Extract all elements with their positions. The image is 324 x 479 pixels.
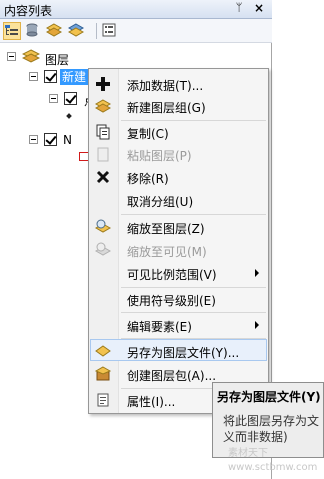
zoom-to-layer-icon	[95, 219, 111, 233]
menu-item-label: 新建图层组(G)	[127, 101, 206, 115]
list-by-drawing-order-button[interactable]	[3, 22, 21, 40]
layer2-label[interactable]: N	[63, 133, 72, 147]
menu-item-ungroup[interactable]: 取消分组(U)	[91, 189, 266, 211]
arcmap-table-of-contents-screen: 内容列表 ᛘ × 图层 新建 N 添加数据(T)... 新建图层组(G) 复制(…	[0, 0, 324, 479]
menu-item-label: 可见比例范围(V)	[127, 268, 217, 282]
menu-item-zoom-to-layer[interactable]: 缩放至图层(Z)	[91, 216, 266, 238]
collapse-layer2-icon[interactable]	[29, 135, 38, 144]
properties-icon	[97, 393, 109, 407]
menu-separator	[121, 214, 266, 215]
list-by-visibility-icon	[45, 23, 63, 37]
watermark-line-1: 素材天下	[228, 448, 268, 459]
tooltip-line-2: 义而非数据)	[223, 430, 288, 444]
menu-item-label: 缩放至可见(M)	[127, 245, 207, 259]
list-by-selection-icon	[67, 23, 85, 37]
collapse-root-icon[interactable]	[7, 52, 16, 61]
collapse-sublayer-icon[interactable]	[49, 94, 58, 103]
menu-item-label: 另存为图层文件(Y)...	[127, 346, 240, 360]
submenu-arrow-icon	[255, 321, 259, 329]
panel-title: 内容列表	[4, 4, 53, 18]
watermark: 素材天下 www.sctbmw.com	[228, 444, 317, 473]
collapse-layer-icon[interactable]	[29, 72, 38, 81]
remove-icon	[96, 170, 110, 184]
new-group-layer-icon	[95, 99, 111, 113]
toc-toolbar	[0, 19, 272, 43]
menu-item-label: 复制(C)	[127, 127, 169, 141]
paste-icon	[97, 147, 109, 162]
menu-item-label: 创建图层包(A)...	[127, 369, 217, 383]
close-icon[interactable]: ×	[252, 1, 266, 17]
list-by-visibility-button[interactable]	[45, 22, 64, 40]
pin-icon[interactable]: ᛘ	[232, 1, 246, 17]
menu-item-label: 移除(R)	[127, 172, 169, 186]
panel-titlebar: 内容列表 ᛘ ×	[0, 0, 272, 19]
options-icon	[102, 23, 116, 37]
tooltip-body: 将此图层另存为文 义而非数据)	[223, 413, 324, 445]
menu-item-copy[interactable]: 复制(C)	[91, 121, 266, 143]
tooltip-line-1: 将此图层另存为文	[223, 414, 320, 428]
menu-item-label: 取消分组(U)	[127, 195, 194, 209]
watermark-line-2: www.sctbmw.com	[228, 462, 318, 473]
menu-item-save-as-layer-file[interactable]: 另存为图层文件(Y)...	[90, 339, 267, 361]
layer-context-menu: 添加数据(T)... 新建图层组(G) 复制(C) 粘贴图层(P) 移除(R) …	[88, 68, 269, 414]
menu-item-zoom-to-visible[interactable]: 缩放至可见(M)	[91, 239, 266, 261]
menu-item-remove[interactable]: 移除(R)	[91, 166, 266, 188]
point-symbol-icon	[66, 113, 72, 119]
layer-visibility-checkbox[interactable]	[44, 70, 57, 83]
menu-item-paste-layer[interactable]: 粘贴图层(P)	[91, 143, 266, 165]
create-layer-package-icon	[95, 366, 111, 381]
menu-item-new-group-layer[interactable]: 新建图层组(G)	[91, 95, 266, 117]
toolbar-separator	[96, 23, 97, 39]
layers-icon	[22, 49, 40, 63]
menu-item-add-data[interactable]: 添加数据(T)...	[91, 73, 266, 95]
options-button[interactable]	[101, 22, 119, 40]
menu-item-visible-scale-range[interactable]: 可见比例范围(V)	[91, 262, 266, 284]
menu-item-label: 添加数据(T)...	[127, 79, 204, 93]
menu-item-label: 粘贴图层(P)	[127, 149, 192, 163]
copy-icon	[96, 124, 110, 140]
add-data-icon	[96, 77, 110, 91]
menu-item-edit-features[interactable]: 编辑要素(E)	[91, 314, 266, 336]
tooltip-title: 另存为图层文件(Y)	[217, 390, 321, 404]
menu-item-label: 属性(I)...	[127, 395, 176, 409]
menu-item-label: 编辑要素(E)	[127, 320, 192, 334]
layer2-visibility-checkbox[interactable]	[44, 133, 57, 146]
menu-item-label: 使用符号级别(E)	[127, 294, 216, 308]
list-by-source-icon	[26, 23, 38, 37]
menu-item-label: 缩放至图层(Z)	[127, 222, 205, 236]
zoom-to-visible-icon	[95, 242, 111, 256]
list-by-selection-button[interactable]	[67, 22, 86, 40]
list-by-source-button[interactable]	[24, 22, 42, 40]
save-as-layer-file-icon	[95, 345, 111, 357]
submenu-arrow-icon	[255, 269, 259, 277]
list-by-drawing-order-icon	[5, 25, 18, 35]
menu-item-use-symbol-levels[interactable]: 使用符号级别(E)	[91, 288, 266, 310]
root-layers-label[interactable]: 图层	[45, 51, 69, 68]
menu-separator	[121, 312, 266, 313]
sublayer-visibility-checkbox[interactable]	[64, 92, 77, 105]
